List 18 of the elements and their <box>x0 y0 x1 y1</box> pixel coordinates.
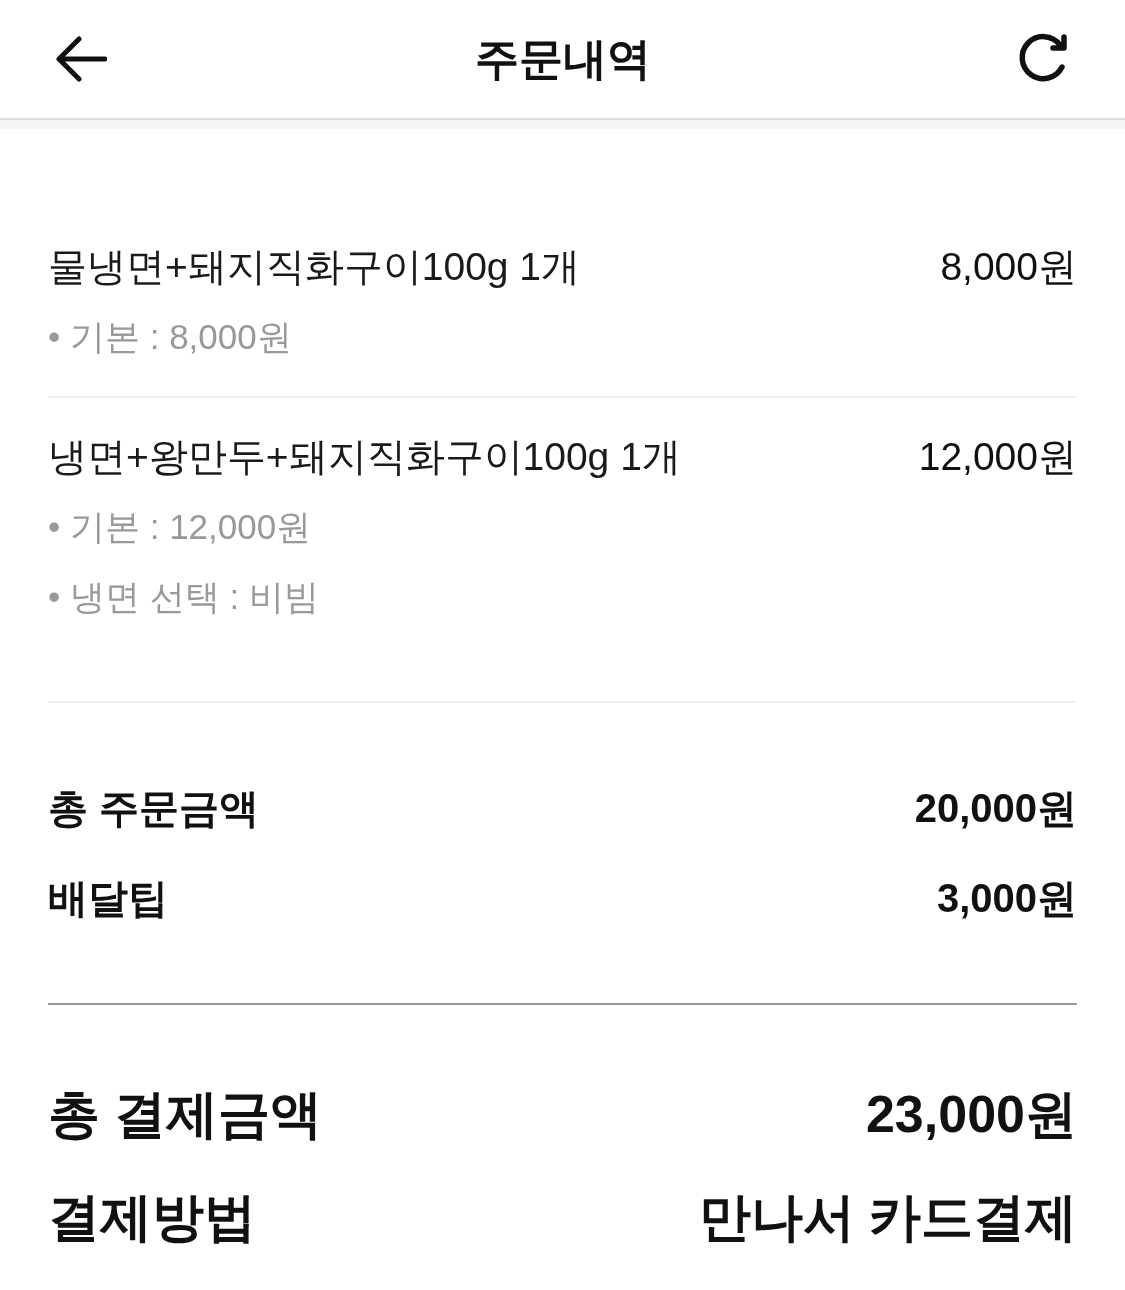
payment-label: 결제방법 <box>48 1186 256 1248</box>
payment-label: 총 결제금액 <box>48 1083 323 1145</box>
page-title: 주문내역 <box>474 32 651 85</box>
summary-value: 3,000원 <box>936 874 1077 922</box>
menu-item-name: 냉면+왕만두+돼지직화구이100g 1개 <box>48 434 681 480</box>
menu-item-price: 8,000원 <box>940 244 1077 290</box>
option-text: • 기본 : 8,000원 <box>48 315 292 358</box>
payment-value: 23,000원 <box>865 1083 1077 1145</box>
summary-label: 총 주문금액 <box>48 784 260 832</box>
menu-item-name: 물냉면+돼지직화구이100g 1개 <box>48 244 581 290</box>
arrow-left-icon <box>55 36 107 82</box>
back-button[interactable] <box>55 36 107 82</box>
summary-value: 20,000원 <box>914 784 1077 832</box>
summary-label: 배달팁 <box>48 874 168 922</box>
option-text: • 기본 : 12,000원 <box>48 505 312 548</box>
payment-value: 만나서 카드결제 <box>698 1186 1077 1248</box>
menu-item-price: 12,000원 <box>918 434 1077 480</box>
option-text: • 냉면 선택 : 비빔 <box>48 575 319 618</box>
